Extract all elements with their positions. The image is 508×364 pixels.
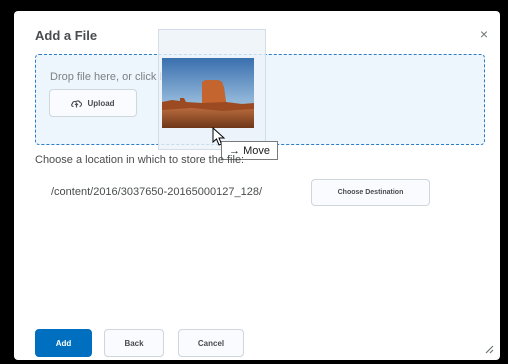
destination-path: /content/2016/3037650-20165000127_128/ bbox=[51, 186, 263, 198]
add-button[interactable]: Add bbox=[35, 329, 92, 357]
location-label: Choose a location in which to store the … bbox=[35, 154, 245, 166]
close-icon[interactable]: × bbox=[480, 27, 488, 41]
upload-button[interactable]: Upload bbox=[49, 89, 137, 117]
choose-destination-button[interactable]: Choose Destination bbox=[311, 179, 430, 206]
upload-label: Upload bbox=[87, 98, 115, 108]
desert-mesa-image bbox=[162, 58, 254, 128]
resize-handle-icon[interactable] bbox=[485, 345, 494, 354]
dialog-title: Add a File bbox=[35, 28, 98, 43]
cloud-upload-icon bbox=[71, 99, 83, 107]
back-button[interactable]: Back bbox=[104, 329, 164, 357]
add-file-dialog: Add a File × Drop file here, or click be… bbox=[14, 11, 500, 360]
cancel-button[interactable]: Cancel bbox=[178, 329, 244, 357]
